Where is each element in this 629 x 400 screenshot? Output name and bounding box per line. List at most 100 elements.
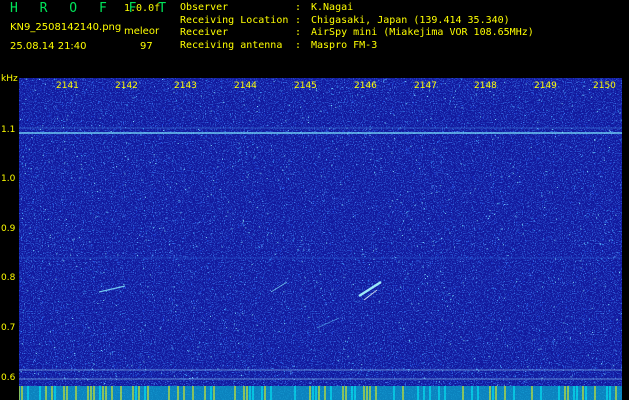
noise-dot (287, 308, 289, 309)
noise-dot (459, 261, 461, 262)
noise-dot (185, 174, 187, 176)
noise-dot (81, 248, 83, 250)
noise-dot (391, 242, 393, 244)
noise-dot (34, 373, 36, 374)
y-tick-label: 0.9 (1, 224, 16, 234)
noise-dot (327, 212, 329, 214)
noise-dot (449, 383, 451, 384)
noise-dot (50, 331, 51, 333)
noise-dot (189, 347, 191, 349)
noise-dot (447, 236, 449, 238)
noise-dot (569, 234, 571, 236)
noise-dot (264, 114, 266, 116)
noise-dot (595, 226, 597, 228)
noise-dot (200, 147, 201, 149)
noise-dot (582, 170, 584, 172)
noise-dot (240, 281, 242, 283)
noise-dot (605, 136, 607, 138)
noise-dot (261, 246, 263, 248)
noise-dot (150, 373, 152, 375)
noise-dot (71, 112, 73, 114)
noise-dot (206, 299, 208, 301)
noise-dot (404, 84, 406, 86)
noise-dot (81, 228, 83, 230)
noise-dot (129, 217, 131, 218)
noise-dot (97, 212, 99, 213)
noise-dot (553, 339, 555, 341)
noise-dot (447, 305, 448, 307)
noise-dot (20, 280, 22, 282)
noise-dot (213, 180, 215, 182)
capture-datetime: 25.08.14 21:40 (10, 41, 87, 52)
noise-dot (595, 339, 597, 340)
noise-dot (567, 191, 569, 193)
noise-dot (268, 343, 270, 345)
noise-dot (230, 340, 232, 342)
noise-dot (96, 191, 98, 192)
noise-dot (516, 288, 518, 290)
noise-dot (609, 199, 611, 201)
noise-dot (547, 357, 549, 359)
noise-dot (64, 205, 66, 207)
noise-dot (438, 216, 440, 218)
noise-dot (151, 208, 153, 210)
noise-dot (499, 320, 501, 321)
noise-dot (38, 251, 40, 253)
noise-dot (83, 220, 85, 222)
noise-dot (244, 381, 246, 383)
noise-dot (392, 171, 394, 172)
noise-dot (272, 83, 274, 85)
noise-dot (602, 244, 604, 246)
noise-dot (92, 167, 94, 169)
noise-dot (410, 263, 412, 265)
noise-dot (54, 120, 56, 122)
noise-dot (136, 248, 138, 250)
noise-dot (127, 320, 129, 322)
noise-dot (435, 241, 437, 243)
noise-dot (260, 293, 261, 295)
noise-dot (40, 319, 42, 320)
noise-dot (529, 147, 531, 149)
noise-dot (485, 372, 487, 374)
noise-dot (492, 287, 494, 289)
noise-dot (37, 175, 39, 177)
noise-dot (614, 111, 616, 113)
noise-dot (142, 236, 144, 238)
noise-dot (387, 92, 389, 93)
noise-dot (187, 191, 189, 193)
noise-dot (123, 283, 125, 285)
noise-dot (498, 238, 500, 240)
noise-dot (461, 107, 463, 109)
noise-dot (567, 227, 569, 229)
noise-dot (375, 205, 377, 207)
noise-dot (57, 322, 59, 324)
noise-dot (193, 299, 195, 301)
noise-dot (24, 103, 26, 105)
noise-dot (193, 307, 195, 309)
noise-dot (382, 331, 384, 333)
noise-dot (20, 238, 22, 240)
noise-dot (239, 314, 241, 316)
noise-dot (169, 244, 171, 246)
noise-dot (103, 383, 105, 385)
noise-dot (25, 164, 26, 166)
noise-dot (180, 107, 182, 109)
noise-dot (497, 246, 499, 248)
noise-dot (479, 229, 481, 231)
noise-dot (155, 250, 157, 252)
noise-dot (302, 243, 304, 245)
noise-dot (137, 199, 139, 201)
noise-dot (135, 253, 137, 255)
noise-dot (278, 331, 280, 333)
noise-dot (340, 181, 341, 183)
noise-dot (325, 302, 326, 304)
noise-dot (166, 217, 168, 219)
noise-dot (440, 238, 442, 240)
noise-dot (552, 340, 554, 342)
info-row-observer: Observer: K.Nagai (180, 2, 534, 15)
noise-dot (362, 280, 364, 281)
noise-dot (241, 241, 243, 243)
noise-dot (213, 219, 215, 221)
noise-dot (351, 357, 353, 359)
noise-dot (213, 92, 215, 93)
